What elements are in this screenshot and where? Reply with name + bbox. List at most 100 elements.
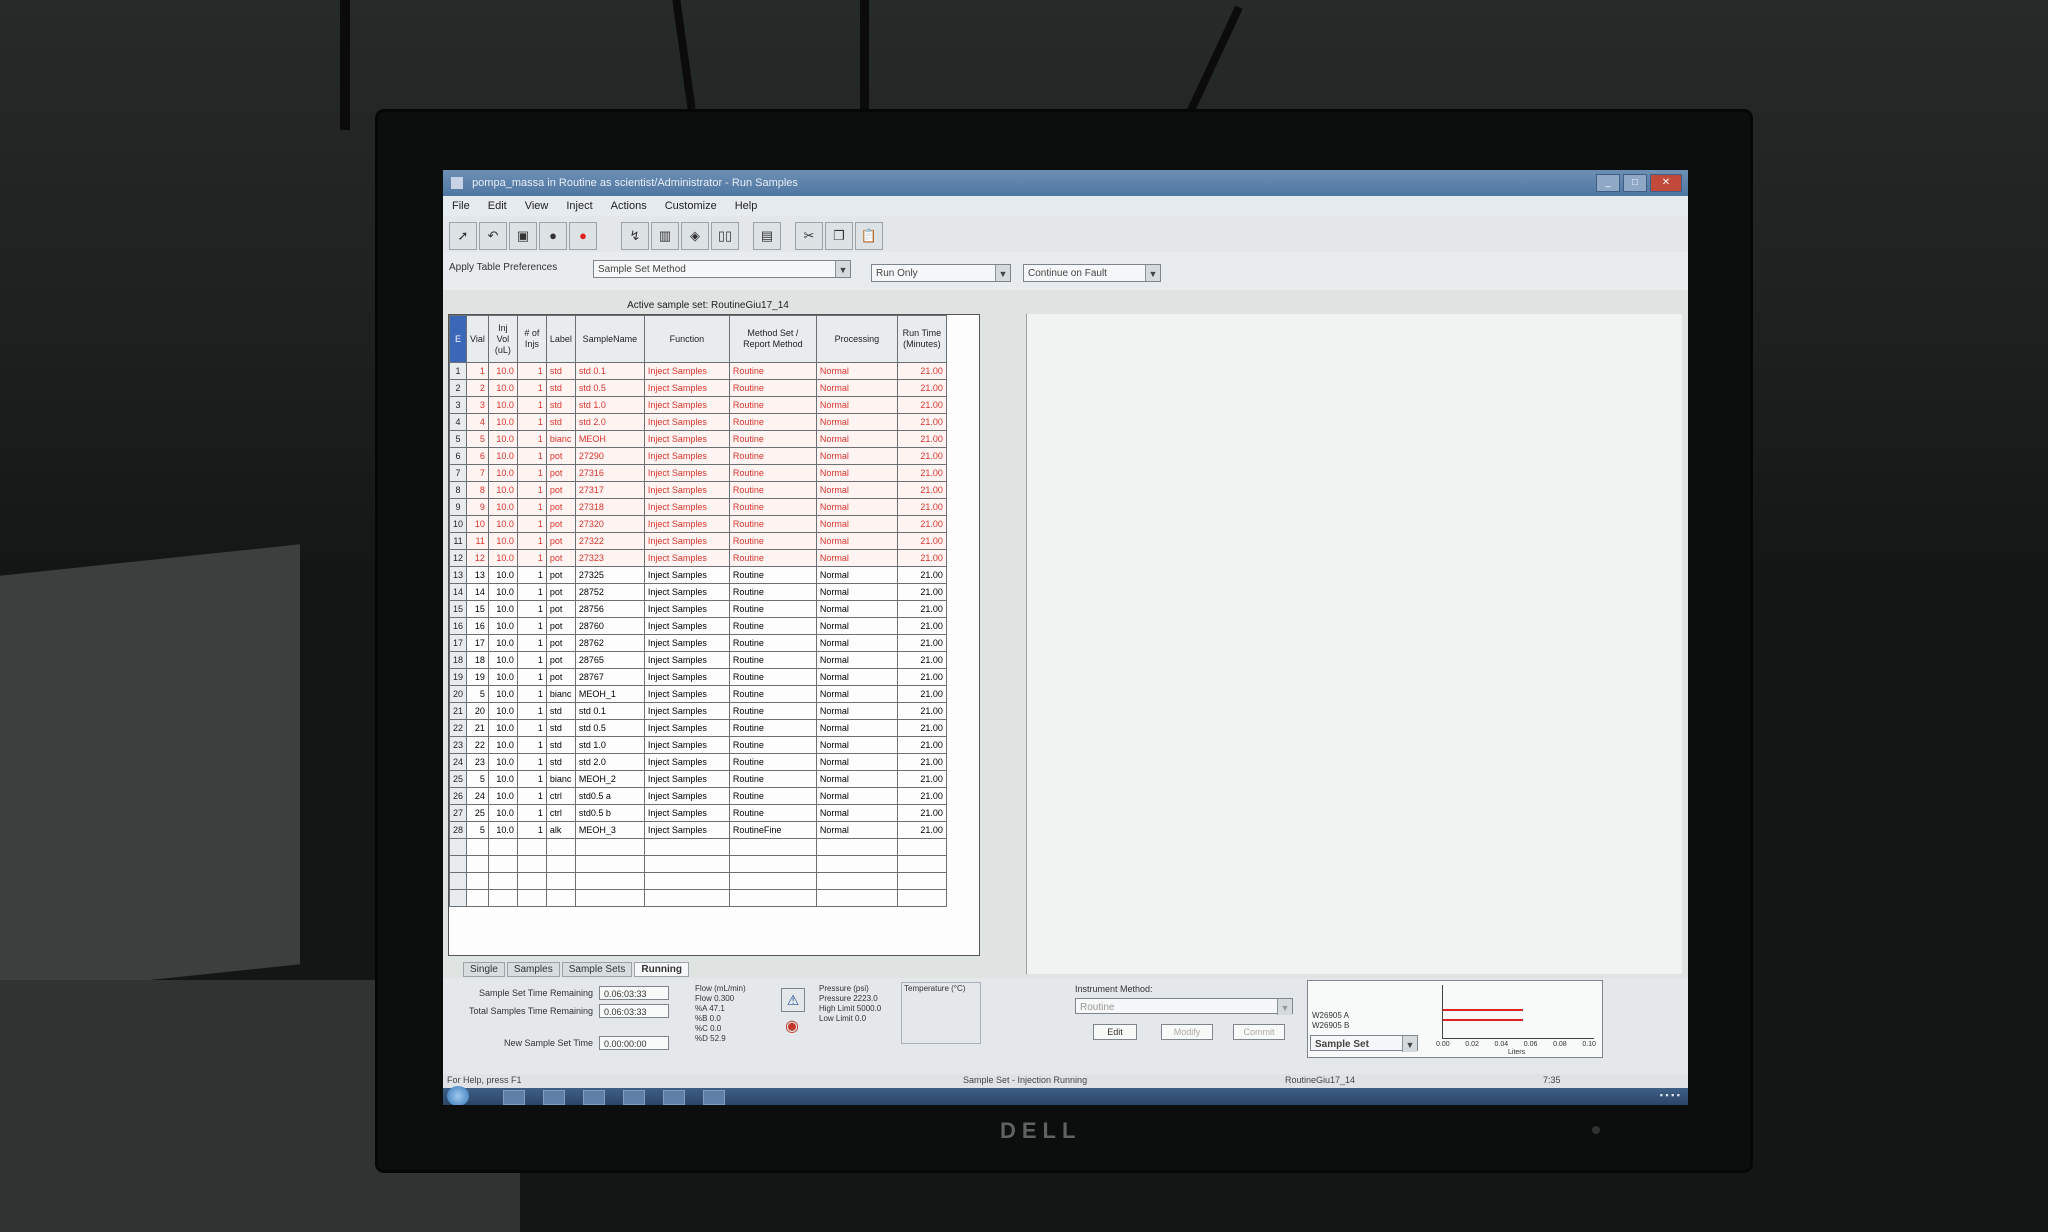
- cell-label[interactable]: pot: [545, 651, 576, 669]
- cell-label[interactable]: pot: [545, 583, 576, 601]
- cell-label[interactable]: bianc: [545, 430, 576, 448]
- table-row[interactable]: 9 9 10.0 1 pot 27318 Inject Samples Routine Norm…: [449, 498, 947, 516]
- cell-function[interactable]: Inject Samples: [643, 583, 730, 601]
- cell-method-set[interactable]: Routine: [728, 413, 817, 431]
- row-number[interactable]: 13: [449, 566, 468, 584]
- cell-method-set[interactable]: Routine: [728, 634, 817, 652]
- cell-label[interactable]: std: [545, 396, 576, 414]
- empty-cell[interactable]: [896, 855, 947, 873]
- paste-icon[interactable]: 📋: [855, 222, 883, 250]
- empty-cell[interactable]: [815, 872, 898, 890]
- table-row[interactable]: 28 5 10.0 1 alk MEOH_3 Inject Samples RoutineFi…: [449, 821, 947, 839]
- cell-label[interactable]: std: [545, 719, 576, 737]
- table-row[interactable]: 19 19 10.0 1 pot 28767 Inject Samples Routine No…: [449, 668, 947, 686]
- cell-processing[interactable]: Normal: [815, 702, 898, 720]
- empty-cell[interactable]: [643, 838, 730, 856]
- taskbar-app-icon[interactable]: [583, 1090, 605, 1105]
- table-preferences-select[interactable]: Sample Set Method ▼: [593, 260, 851, 278]
- cell-vial[interactable]: 13: [466, 566, 489, 584]
- empty-cell[interactable]: [896, 872, 947, 890]
- save-icon[interactable]: ▣: [509, 222, 537, 250]
- table-row[interactable]: 7 7 10.0 1 pot 27316 Inject Samples Routine Norm…: [449, 464, 947, 482]
- cell-processing[interactable]: Normal: [815, 787, 898, 805]
- cell-label[interactable]: pot: [545, 617, 576, 635]
- empty-cell[interactable]: [449, 838, 468, 856]
- cell-vial[interactable]: 5: [466, 685, 489, 703]
- cell-processing[interactable]: Normal: [815, 600, 898, 618]
- cell-inj-vol[interactable]: 10.0: [487, 498, 518, 516]
- empty-cell[interactable]: [643, 872, 730, 890]
- cell-label[interactable]: pot: [545, 464, 576, 482]
- record-icon[interactable]: ●: [569, 222, 597, 250]
- maximize-button[interactable]: □: [1623, 174, 1647, 192]
- start-button[interactable]: [447, 1086, 469, 1105]
- cell-num-injs[interactable]: 1: [516, 447, 547, 465]
- menu-actions[interactable]: Actions: [602, 200, 656, 212]
- fault-mode-select[interactable]: Continue on Fault ▼: [1023, 264, 1161, 282]
- cell-processing[interactable]: Normal: [815, 634, 898, 652]
- cell-vial[interactable]: 19: [466, 668, 489, 686]
- inject-icon[interactable]: ↯: [621, 222, 649, 250]
- table-row[interactable]: 24 23 10.0 1 std std 2.0 Inject Samples Routine…: [449, 753, 947, 771]
- cell-function[interactable]: Inject Samples: [643, 379, 730, 397]
- cell-inj-vol[interactable]: 10.0: [487, 481, 518, 499]
- cell-method-set[interactable]: Routine: [728, 362, 817, 380]
- table-row[interactable]: 23 22 10.0 1 std std 1.0 Inject Samples Routine…: [449, 736, 947, 754]
- cell-inj-vol[interactable]: 10.0: [487, 651, 518, 669]
- cell-vial[interactable]: 24: [466, 787, 489, 805]
- cell-processing[interactable]: Normal: [815, 617, 898, 635]
- empty-cell[interactable]: [466, 855, 489, 873]
- empty-row[interactable]: [449, 855, 947, 873]
- cell-label[interactable]: ctrl: [545, 787, 576, 805]
- empty-cell[interactable]: [449, 855, 468, 873]
- cell-sample-name[interactable]: 27317: [574, 481, 645, 499]
- cell-processing[interactable]: Normal: [815, 685, 898, 703]
- cell-processing[interactable]: Normal: [815, 430, 898, 448]
- cell-vial[interactable]: 10: [466, 515, 489, 533]
- cell-method-set[interactable]: RoutineFine: [728, 821, 817, 839]
- row-number[interactable]: 6: [449, 447, 468, 465]
- cell-inj-vol[interactable]: 10.0: [487, 821, 518, 839]
- cell-label[interactable]: std: [545, 736, 576, 754]
- cell-sample-name[interactable]: std 0.5: [574, 719, 645, 737]
- row-number[interactable]: 9: [449, 498, 468, 516]
- cell-num-injs[interactable]: 1: [516, 770, 547, 788]
- cell-run-time[interactable]: 21.00: [896, 821, 947, 839]
- cell-function[interactable]: Inject Samples: [643, 447, 730, 465]
- cell-function[interactable]: Inject Samples: [643, 413, 730, 431]
- empty-cell[interactable]: [728, 855, 817, 873]
- table-row[interactable]: 11 11 10.0 1 pot 27322 Inject Samples Routine No…: [449, 532, 947, 550]
- row-number[interactable]: 5: [449, 430, 468, 448]
- row-number[interactable]: 14: [449, 583, 468, 601]
- cell-function[interactable]: Inject Samples: [643, 600, 730, 618]
- cell-run-time[interactable]: 21.00: [896, 430, 947, 448]
- cell-vial[interactable]: 5: [466, 770, 489, 788]
- cell-label[interactable]: bianc: [545, 685, 576, 703]
- cell-sample-name[interactable]: 28765: [574, 651, 645, 669]
- cell-num-injs[interactable]: 1: [516, 583, 547, 601]
- cell-inj-vol[interactable]: 10.0: [487, 702, 518, 720]
- cell-label[interactable]: pot: [545, 532, 576, 550]
- cell-sample-name[interactable]: 28767: [574, 668, 645, 686]
- cell-run-time[interactable]: 21.00: [896, 685, 947, 703]
- cell-method-set[interactable]: Routine: [728, 515, 817, 533]
- columns-icon[interactable]: ▯▯: [711, 222, 739, 250]
- cell-function[interactable]: Inject Samples: [643, 736, 730, 754]
- column-header-method-set[interactable]: Method Set / Report Method: [728, 315, 817, 363]
- cell-sample-name[interactable]: std0.5 b: [574, 804, 645, 822]
- cell-inj-vol[interactable]: 10.0: [487, 362, 518, 380]
- column-header-processing[interactable]: Processing: [815, 315, 898, 363]
- cell-inj-vol[interactable]: 10.0: [487, 566, 518, 584]
- cell-num-injs[interactable]: 1: [516, 736, 547, 754]
- cell-function[interactable]: Inject Samples: [643, 396, 730, 414]
- cell-vial[interactable]: 2: [466, 379, 489, 397]
- cell-inj-vol[interactable]: 10.0: [487, 770, 518, 788]
- cell-function[interactable]: Inject Samples: [643, 617, 730, 635]
- cell-vial[interactable]: 22: [466, 736, 489, 754]
- column-header-sample-name[interactable]: SampleName: [574, 315, 645, 363]
- cell-run-time[interactable]: 21.00: [896, 770, 947, 788]
- cell-function[interactable]: Inject Samples: [643, 481, 730, 499]
- empty-cell[interactable]: [574, 889, 645, 907]
- cell-method-set[interactable]: Routine: [728, 685, 817, 703]
- view-select[interactable]: Sample Set ▼: [1310, 1035, 1418, 1052]
